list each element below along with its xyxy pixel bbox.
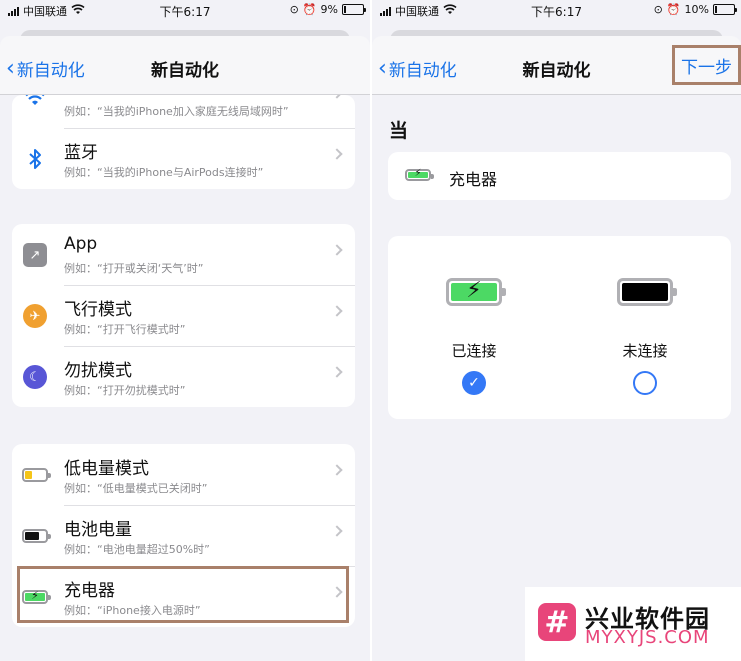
left-screen: 中国联通 下午6:17 ⊙ ⏰ 9% ‹ 新自动化 新自动化 例如：“当我的iP… [0,0,370,661]
watermark-domain: MYXYJS.COM [585,627,710,648]
low-battery-icon [22,462,51,488]
airplane-icon: ✈ [22,303,48,329]
chevron-right-icon [331,148,343,160]
nav-bar: ‹ 新自动化 新自动化 下一步 [372,36,741,95]
list-item-battery-level[interactable]: 电池电量 例如：“电池电量超过50%时” [12,505,355,566]
moon-icon: ☾ [22,364,48,390]
section-label: 当 [389,120,409,142]
chevron-right-icon [331,366,343,378]
chevron-right-icon [331,464,343,476]
status-bar: 中国联通 下午6:17 ⊙ ⏰ 10% [372,0,741,22]
nav-bar: ‹ 新自动化 新自动化 [0,36,370,95]
row-title: App [64,234,98,254]
watermark-logo: # [538,603,576,641]
alarm-icon: ⏰ [666,3,681,16]
wifi-icon [22,95,48,111]
list-item-app[interactable]: ↗ App 例如：“打开或关闭‘天气’时” [12,224,355,285]
page-title: 新自动化 [151,61,219,81]
list-item-low-power-mode[interactable]: 低电量模式 例如：“低电量模式已关闭时” [12,444,355,505]
watermark: # 兴业软件园 MYXYJS.COM [525,587,741,661]
row-subtitle: 例如：“打开勿扰模式时” [64,384,186,397]
group-modes: ↗ App 例如：“打开或关闭‘天气’时” ✈ 飞行模式 例如：“打开飞行模式时… [12,224,355,407]
orientation-lock-icon: ⊙ [653,3,663,16]
trigger-card: ⚡ 充电器 [388,152,731,200]
status-battery-icon [342,4,366,15]
row-subtitle: 例如：“当我的iPhone加入家庭无线局域网时” [64,105,289,118]
row-subtitle: 例如：“低电量模式已关闭时” [64,482,208,495]
option-connected[interactable]: ⚡ 已连接 ✓ [414,278,534,395]
options-card: ⚡ 已连接 ✓ 未连接 [388,236,731,419]
row-subtitle: 例如：“电池电量超过50%时” [64,543,210,556]
row-title: 蓝牙 [64,143,98,163]
list-item-wifi[interactable]: 例如：“当我的iPhone加入家庭无线局域网时” [12,95,355,128]
battery-percent: 9% [320,3,338,16]
list-item-bluetooth[interactable]: 蓝牙 例如：“当我的iPhone与AirPods连接时” [12,128,355,189]
battery-icon [22,523,51,549]
next-button[interactable]: 下一步 [672,45,741,85]
status-battery-icon [713,4,737,15]
option-label: 已连接 [451,342,497,360]
status-bar: 中国联通 下午6:17 ⊙ ⏰ 9% [0,0,370,22]
row-title: 低电量模式 [64,459,149,479]
row-subtitle: 例如：“当我的iPhone与AirPods连接时” [64,166,264,179]
battery-full-black-icon [617,278,677,306]
row-title: 飞行模式 [64,300,132,320]
bluetooth-icon [22,146,48,172]
battery-percent: 10% [684,3,709,16]
orientation-lock-icon: ⊙ [289,3,299,16]
chevron-right-icon [331,525,343,537]
chevron-right-icon [331,244,343,256]
row-subtitle: 例如：“打开飞行模式时” [64,323,186,336]
right-screen: 中国联通 下午6:17 ⊙ ⏰ 10% ‹ 新自动化 新自动化 下一步 当 ⚡ … [372,0,741,661]
radio-checked[interactable]: ✓ [462,371,486,395]
option-label: 未连接 [622,342,668,360]
option-not-connected[interactable]: 未连接 [585,278,705,395]
charging-battery-icon: ⚡ [446,278,506,306]
chevron-right-icon [331,305,343,317]
chevron-right-icon [331,95,343,99]
row-subtitle: 例如：“打开或关闭‘天气’时” [64,262,204,275]
alarm-icon: ⏰ [302,3,317,16]
row-title: 电池电量 [64,520,132,540]
list-item-airplane-mode[interactable]: ✈ 飞行模式 例如：“打开飞行模式时” [12,285,355,346]
row-title: 勿扰模式 [64,361,132,381]
radio-unchecked[interactable] [633,371,657,395]
charging-battery-icon: ⚡ [405,168,434,181]
charger-highlight-box [17,566,349,623]
list-item-do-not-disturb[interactable]: ☾ 勿扰模式 例如：“打开勿扰模式时” [12,346,355,407]
group-connectivity: 例如：“当我的iPhone加入家庭无线局域网时” 蓝牙 例如：“当我的iPhon… [12,95,355,189]
app-arrow-icon: ↗ [22,242,48,268]
checkmark-icon: ✓ [468,375,480,391]
trigger-label: 充电器 [449,170,498,189]
